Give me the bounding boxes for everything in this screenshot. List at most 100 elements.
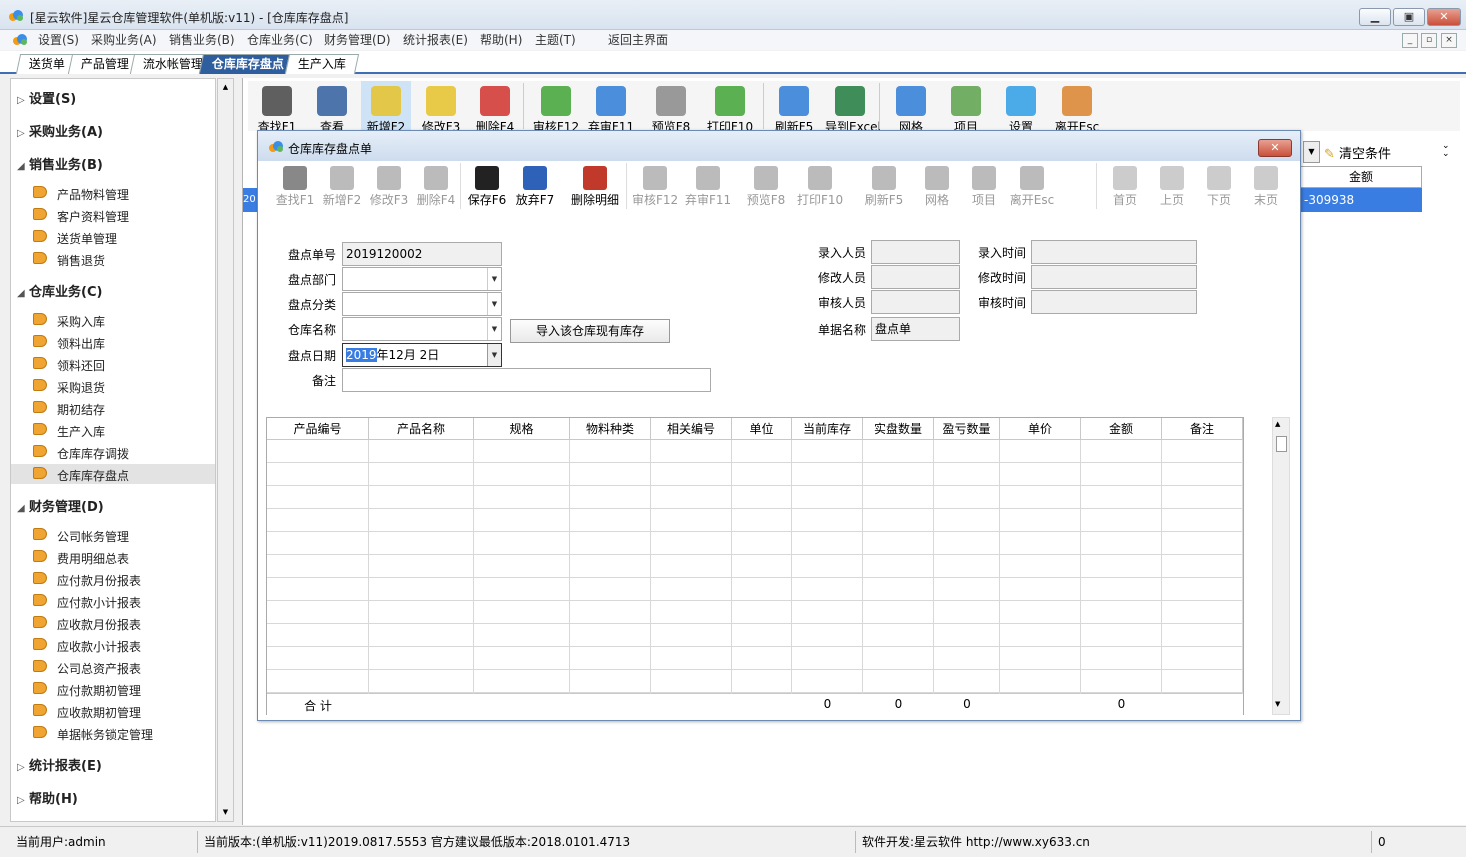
background-amount-value[interactable]: -309938 — [1300, 188, 1422, 212]
sidebar-item[interactable]: 仓库库存调拨 — [33, 442, 213, 462]
sidebar-item[interactable]: 应付款月份报表 — [33, 569, 213, 589]
warehouse-combo[interactable]: ▼ — [342, 317, 502, 341]
collapsed-icon[interactable]: ▷ — [17, 762, 29, 773]
toolbar-refresh-button[interactable]: 刷新F5 — [769, 81, 819, 134]
sidebar-group[interactable]: ▷ 帮助(H) — [17, 788, 78, 807]
sidebar-item[interactable]: 应收款月份报表 — [33, 613, 213, 633]
menu-settings[interactable]: 设置(S) — [34, 32, 83, 48]
scroll-thumb[interactable] — [1276, 436, 1287, 452]
sidebar-group[interactable]: ▷ 统计报表(E) — [17, 755, 102, 774]
chevron-down-icon[interactable]: ▼ — [487, 293, 501, 315]
dialog-close-button[interactable]: ✕ — [1258, 139, 1292, 157]
toolbar-audit-button[interactable]: 审核F12 — [531, 81, 581, 134]
menu-theme[interactable]: 主题(T) — [531, 32, 580, 48]
sidebar-group[interactable]: ▷ 采购业务(A) — [17, 121, 103, 140]
expanded-icon[interactable]: ◢ — [17, 161, 29, 172]
toolbar-edit-button[interactable]: 修改F3 — [416, 81, 466, 134]
scroll-down-icon[interactable]: ▼ — [1275, 700, 1280, 708]
grid-column-header[interactable]: 实盘数量 — [863, 418, 934, 440]
dialog-refresh-button[interactable]: 刷新F5 — [861, 163, 907, 209]
sidebar-item[interactable]: 应收款期初管理 — [33, 701, 213, 721]
dialog-edit-button[interactable]: 修改F3 — [366, 163, 412, 209]
dialog-add-button[interactable]: 新增F2 — [319, 163, 365, 209]
stocktake-no-field[interactable]: 2019120002 — [342, 242, 502, 266]
toolbar-unaudit-button[interactable]: 弃审F11 — [586, 81, 636, 134]
tab-production-in[interactable]: 生产入库 — [284, 54, 360, 74]
category-combo[interactable]: ▼ — [342, 292, 502, 316]
import-stock-button[interactable]: 导入该仓库现有库存 — [510, 319, 670, 343]
dialog-next-button[interactable]: 下页 — [1196, 163, 1242, 209]
dialog-grid-button[interactable]: 网格 — [914, 163, 960, 209]
maximize-button[interactable]: ▣ — [1393, 8, 1425, 26]
close-button[interactable]: ✕ — [1427, 8, 1461, 26]
sidebar-group[interactable]: ◢ 仓库业务(C) — [17, 281, 102, 300]
sidebar-item[interactable]: 费用明细总表 — [33, 547, 213, 567]
sidebar-item[interactable]: 领料还回 — [33, 354, 213, 374]
grid-column-header[interactable]: 规格 — [474, 418, 570, 440]
grid-column-header[interactable]: 单位 — [732, 418, 792, 440]
sidebar-item[interactable]: 采购入库 — [33, 310, 213, 330]
sidebar-group[interactable]: ◢ 财务管理(D) — [17, 496, 104, 515]
filter-dropdown-arrow[interactable]: ▼ — [1303, 141, 1320, 163]
toolbar-settings-button[interactable]: 设置 — [996, 81, 1046, 134]
mdi-minimize-button[interactable]: _ — [1402, 33, 1418, 48]
mdi-restore-button[interactable]: ▫ — [1421, 33, 1437, 48]
sidebar-item[interactable]: 公司帐务管理 — [33, 525, 213, 545]
scroll-down-icon[interactable]: ▼ — [219, 805, 232, 819]
menu-purchase[interactable]: 采购业务(A) — [87, 32, 161, 48]
menu-back-main[interactable]: 返回主界面 — [604, 32, 672, 48]
dialog-discard-button[interactable]: 放弃F7 — [512, 163, 558, 209]
grid-column-header[interactable]: 单价 — [1000, 418, 1081, 440]
dialog-prev-button[interactable]: 上页 — [1149, 163, 1195, 209]
chevron-down-icon[interactable]: ▼ — [487, 268, 501, 290]
dept-combo[interactable]: ▼ — [342, 267, 502, 291]
grid-column-header[interactable]: 盈亏数量 — [934, 418, 1000, 440]
toolbar-find-button[interactable]: 查找F1 — [252, 81, 302, 134]
dialog-first-button[interactable]: 首页 — [1102, 163, 1148, 209]
sidebar-scrollbar[interactable]: ▲ ▼ — [217, 78, 234, 822]
grid-column-header[interactable]: 物料种类 — [570, 418, 651, 440]
toolbar-view-button[interactable]: 查看 — [307, 81, 357, 134]
expanded-icon[interactable]: ◢ — [17, 288, 29, 299]
toolbar-delete-button[interactable]: 删除F4 — [470, 81, 520, 134]
grid-column-header[interactable]: 当前库存 — [792, 418, 863, 440]
sidebar-item[interactable]: 仓库库存盘点 — [11, 464, 215, 484]
collapsed-icon[interactable]: ▷ — [17, 128, 29, 139]
tab-stocktake[interactable]: 仓库库存盘点 — [198, 54, 298, 74]
sidebar-item[interactable]: 采购退货 — [33, 376, 213, 396]
grid-column-header[interactable]: 相关编号 — [651, 418, 732, 440]
toolbar-grid-button[interactable]: 网格 — [886, 81, 936, 134]
dialog-print-button[interactable]: 打印F10 — [797, 163, 843, 209]
remark-field[interactable] — [342, 368, 711, 392]
toolbar-preview-button[interactable]: 预览F8 — [646, 81, 696, 134]
toolbar-add-button[interactable]: 新增F2 — [361, 81, 411, 134]
menu-warehouse[interactable]: 仓库业务(C) — [243, 32, 317, 48]
grid-column-header[interactable]: 备注 — [1162, 418, 1243, 440]
grid-column-header[interactable]: 产品名称 — [369, 418, 474, 440]
date-picker[interactable]: 2019年12月 2日 ▼ — [342, 343, 502, 367]
sidebar-item[interactable]: 期初结存 — [33, 398, 213, 418]
sidebar-item[interactable]: 生产入库 — [33, 420, 213, 440]
sidebar-group[interactable]: ◢ 销售业务(B) — [17, 154, 103, 173]
grid-column-header[interactable]: 金额 — [1081, 418, 1162, 440]
collapsed-icon[interactable]: ▷ — [17, 795, 29, 806]
mdi-close-button[interactable]: × — [1441, 33, 1457, 48]
menu-reports[interactable]: 统计报表(E) — [399, 32, 472, 48]
dialog-item-button[interactable]: 项目 — [961, 163, 1007, 209]
detail-grid[interactable]: 合 计 0 0 0 0 产品编号 产品名称 规格 物料种类 相关编号 单位 当前库存 实盘数量… — [266, 417, 1244, 715]
sidebar-item[interactable]: 应付款期初管理 — [33, 679, 213, 699]
chevron-down-icon[interactable]: ▼ — [487, 318, 501, 340]
toolbar-print-button[interactable]: 打印F10 — [705, 81, 755, 134]
toolbar-exit-button[interactable]: 离开Esc — [1052, 81, 1102, 134]
menu-finance[interactable]: 财务管理(D) — [320, 32, 395, 48]
sidebar-item[interactable]: 客户资料管理 — [33, 205, 213, 225]
chevron-down-icon[interactable]: ▼ — [487, 344, 501, 366]
dialog-delete-detail-button[interactable]: 删除明细 — [564, 163, 626, 209]
sidebar-item[interactable]: 公司总资产报表 — [33, 657, 213, 677]
sidebar-item[interactable]: 销售退货 — [33, 249, 213, 269]
sidebar-item[interactable]: 单据帐务锁定管理 — [33, 723, 213, 743]
sidebar-item[interactable]: 应付款小计报表 — [33, 591, 213, 611]
sidebar-item[interactable]: 产品物料管理 — [33, 183, 213, 203]
grid-column-header[interactable]: 产品编号 — [267, 418, 369, 440]
minimize-button[interactable]: ▁ — [1359, 8, 1391, 26]
